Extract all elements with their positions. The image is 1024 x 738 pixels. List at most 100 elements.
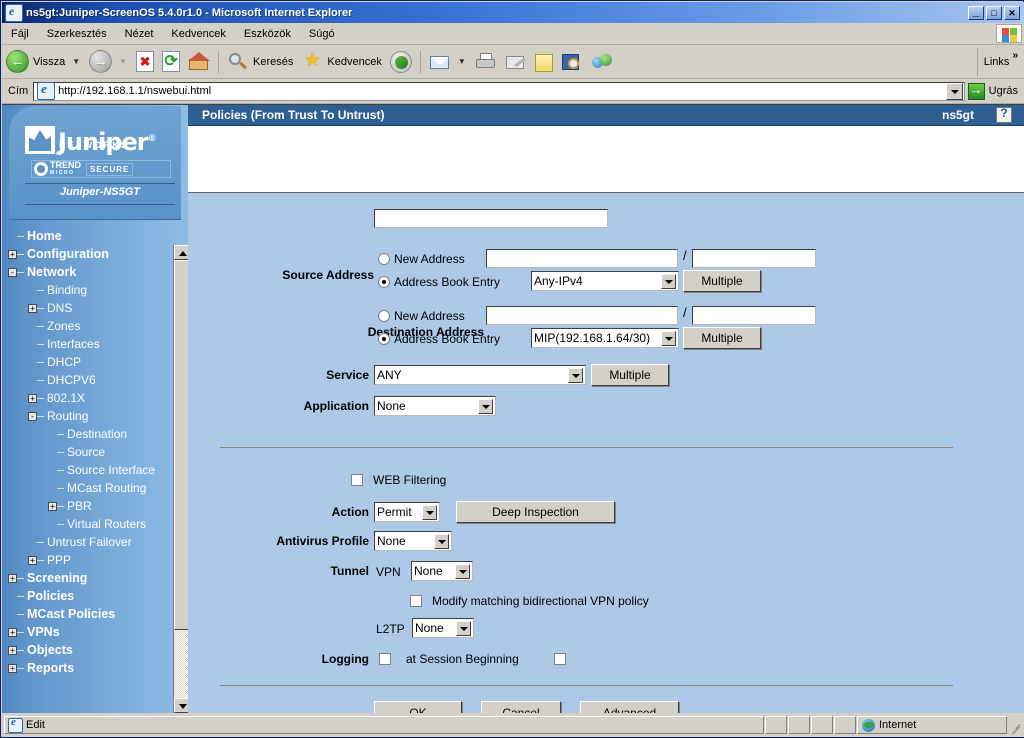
sidebar-item-policies[interactable]: Policies	[2, 587, 172, 605]
menu-item-file[interactable]: Fájl	[2, 26, 38, 42]
modify-bidirectional-checkbox[interactable]	[410, 595, 422, 607]
collapse-icon[interactable]: -	[8, 268, 17, 277]
media-button[interactable]	[386, 49, 416, 75]
refresh-button[interactable]	[158, 49, 184, 75]
chevron-down-icon[interactable]	[422, 505, 437, 520]
name-input[interactable]	[374, 209, 608, 228]
sidebar-item-zones[interactable]: Zones	[2, 317, 172, 335]
source-ip-input[interactable]	[486, 249, 678, 268]
expand-icon[interactable]: +	[28, 394, 37, 403]
help-button[interactable]	[996, 107, 1012, 123]
source-mask-input[interactable]	[692, 249, 816, 268]
destination-ip-input[interactable]	[486, 306, 678, 325]
sidebar-item-reports[interactable]: +Reports	[2, 659, 172, 677]
menu-item-view[interactable]: Nézet	[116, 26, 163, 42]
edit-button[interactable]	[501, 49, 531, 75]
forward-button[interactable]: →	[85, 49, 116, 75]
menu-item-tools[interactable]: Eszközök	[235, 26, 300, 42]
source-multiple-button[interactable]: Multiple	[683, 270, 761, 292]
chevron-down-icon[interactable]	[455, 564, 470, 579]
chevron-down-icon[interactable]	[434, 534, 449, 549]
cancel-button[interactable]: Cancel	[481, 701, 561, 713]
sidebar-item-binding[interactable]: Binding	[2, 281, 172, 299]
home-button[interactable]	[184, 49, 214, 75]
advanced-button[interactable]: Advanced	[580, 701, 679, 713]
expand-icon[interactable]: +	[8, 250, 17, 259]
source-new-address-radio[interactable]	[378, 253, 390, 265]
collapse-icon[interactable]: -	[28, 412, 37, 421]
sidebar-item-dhcp[interactable]: DHCP	[2, 353, 172, 371]
vpn-select[interactable]: None	[411, 561, 473, 581]
sidebar-item-destination[interactable]: Destination	[2, 425, 172, 443]
print-button[interactable]	[471, 49, 501, 75]
logging-checkbox[interactable]	[379, 653, 391, 665]
sidebar-item-untrust-failover[interactable]: Untrust Failover	[2, 533, 172, 551]
service-multiple-button[interactable]: Multiple	[591, 364, 669, 386]
destination-new-address-radio[interactable]	[378, 310, 390, 322]
l2tp-select[interactable]: None	[412, 618, 474, 638]
destination-multiple-button[interactable]: Multiple	[683, 327, 761, 349]
sidebar-item-configuration[interactable]: +Configuration	[2, 245, 172, 263]
logging-session-checkbox[interactable]	[554, 653, 566, 665]
sidebar-item-mcast-policies[interactable]: MCast Policies	[2, 605, 172, 623]
sidebar-item-vpns[interactable]: +VPNs	[2, 623, 172, 641]
web-filtering-checkbox[interactable]	[351, 474, 363, 486]
chevron-down-icon[interactable]	[661, 331, 676, 346]
expand-icon[interactable]: +	[48, 502, 57, 511]
application-select[interactable]: None	[374, 396, 496, 416]
source-address-book-radio[interactable]	[378, 276, 390, 288]
sidebar-item-ppp[interactable]: +PPP	[2, 551, 172, 569]
back-dropdown-icon[interactable]: ▼	[72, 57, 80, 66]
destination-mask-input[interactable]	[692, 306, 816, 325]
sidebar-item-pbr[interactable]: +PBR	[2, 497, 172, 515]
chevron-down-icon[interactable]	[478, 399, 493, 414]
menu-item-favorites[interactable]: Kedvencek	[162, 26, 234, 42]
expand-icon[interactable]: +	[8, 574, 17, 583]
expand-icon[interactable]: +	[8, 664, 17, 673]
sidebar-item-dns[interactable]: +DNS	[2, 299, 172, 317]
address-input[interactable]: http://192.168.1.1/nswebui.html	[33, 82, 964, 101]
scroll-up-icon[interactable]	[174, 245, 189, 260]
scroll-down-icon[interactable]	[174, 698, 189, 713]
mail-dropdown-icon[interactable]: ▼	[458, 57, 466, 66]
address-dropdown-icon[interactable]	[946, 83, 963, 100]
antivirus-profile-select[interactable]: None	[374, 531, 452, 551]
nav-scrollbar[interactable]	[173, 245, 189, 713]
sidebar-item-objects[interactable]: +Objects	[2, 641, 172, 659]
menu-item-help[interactable]: Súgó	[300, 26, 344, 42]
resize-grip-icon[interactable]	[1008, 718, 1022, 732]
service-select[interactable]: ANY	[374, 365, 586, 385]
expand-icon[interactable]: +	[28, 304, 37, 313]
go-button[interactable]: Ugrás	[965, 80, 1024, 102]
back-button[interactable]: ← Vissza	[2, 49, 69, 75]
forward-dropdown-icon[interactable]: ▼	[119, 57, 127, 66]
chevron-down-icon[interactable]	[456, 621, 471, 636]
note-button[interactable]	[531, 49, 557, 75]
maximize-button[interactable]: □	[986, 6, 1002, 20]
destination-address-book-select[interactable]: MIP(192.168.1.64/30)	[531, 328, 679, 348]
action-select[interactable]: Permit	[374, 502, 440, 522]
expand-icon[interactable]: +	[28, 556, 37, 565]
stop-button[interactable]	[132, 49, 158, 75]
sidebar-item-802-1x[interactable]: +802.1X	[2, 389, 172, 407]
minimize-button[interactable]: _	[968, 6, 984, 20]
research-button[interactable]	[557, 49, 587, 75]
sidebar-item-mcast-routing[interactable]: MCast Routing	[2, 479, 172, 497]
chevron-down-icon[interactable]	[568, 368, 583, 383]
source-address-book-select[interactable]: Any-IPv4	[531, 271, 679, 291]
ok-button[interactable]: OK	[374, 701, 462, 713]
sidebar-item-dhcpv6[interactable]: DHCPV6	[2, 371, 172, 389]
links-bar[interactable]: Links »	[977, 48, 1024, 76]
sidebar-item-interfaces[interactable]: Interfaces	[2, 335, 172, 353]
scrollbar-track[interactable]	[174, 630, 189, 698]
chevron-down-icon[interactable]	[661, 274, 676, 289]
expand-icon[interactable]: +	[8, 628, 17, 637]
sidebar-item-virtual-routers[interactable]: Virtual Routers	[2, 515, 172, 533]
menu-item-edit[interactable]: Szerkesztés	[38, 26, 116, 42]
messenger-button[interactable]	[587, 49, 617, 75]
scrollbar-thumb[interactable]	[174, 260, 189, 630]
chevron-right-icon[interactable]: »	[1012, 50, 1018, 61]
expand-icon[interactable]: +	[8, 646, 17, 655]
deep-inspection-button[interactable]: Deep Inspection	[456, 501, 615, 523]
search-button[interactable]: Keresés	[223, 49, 297, 75]
